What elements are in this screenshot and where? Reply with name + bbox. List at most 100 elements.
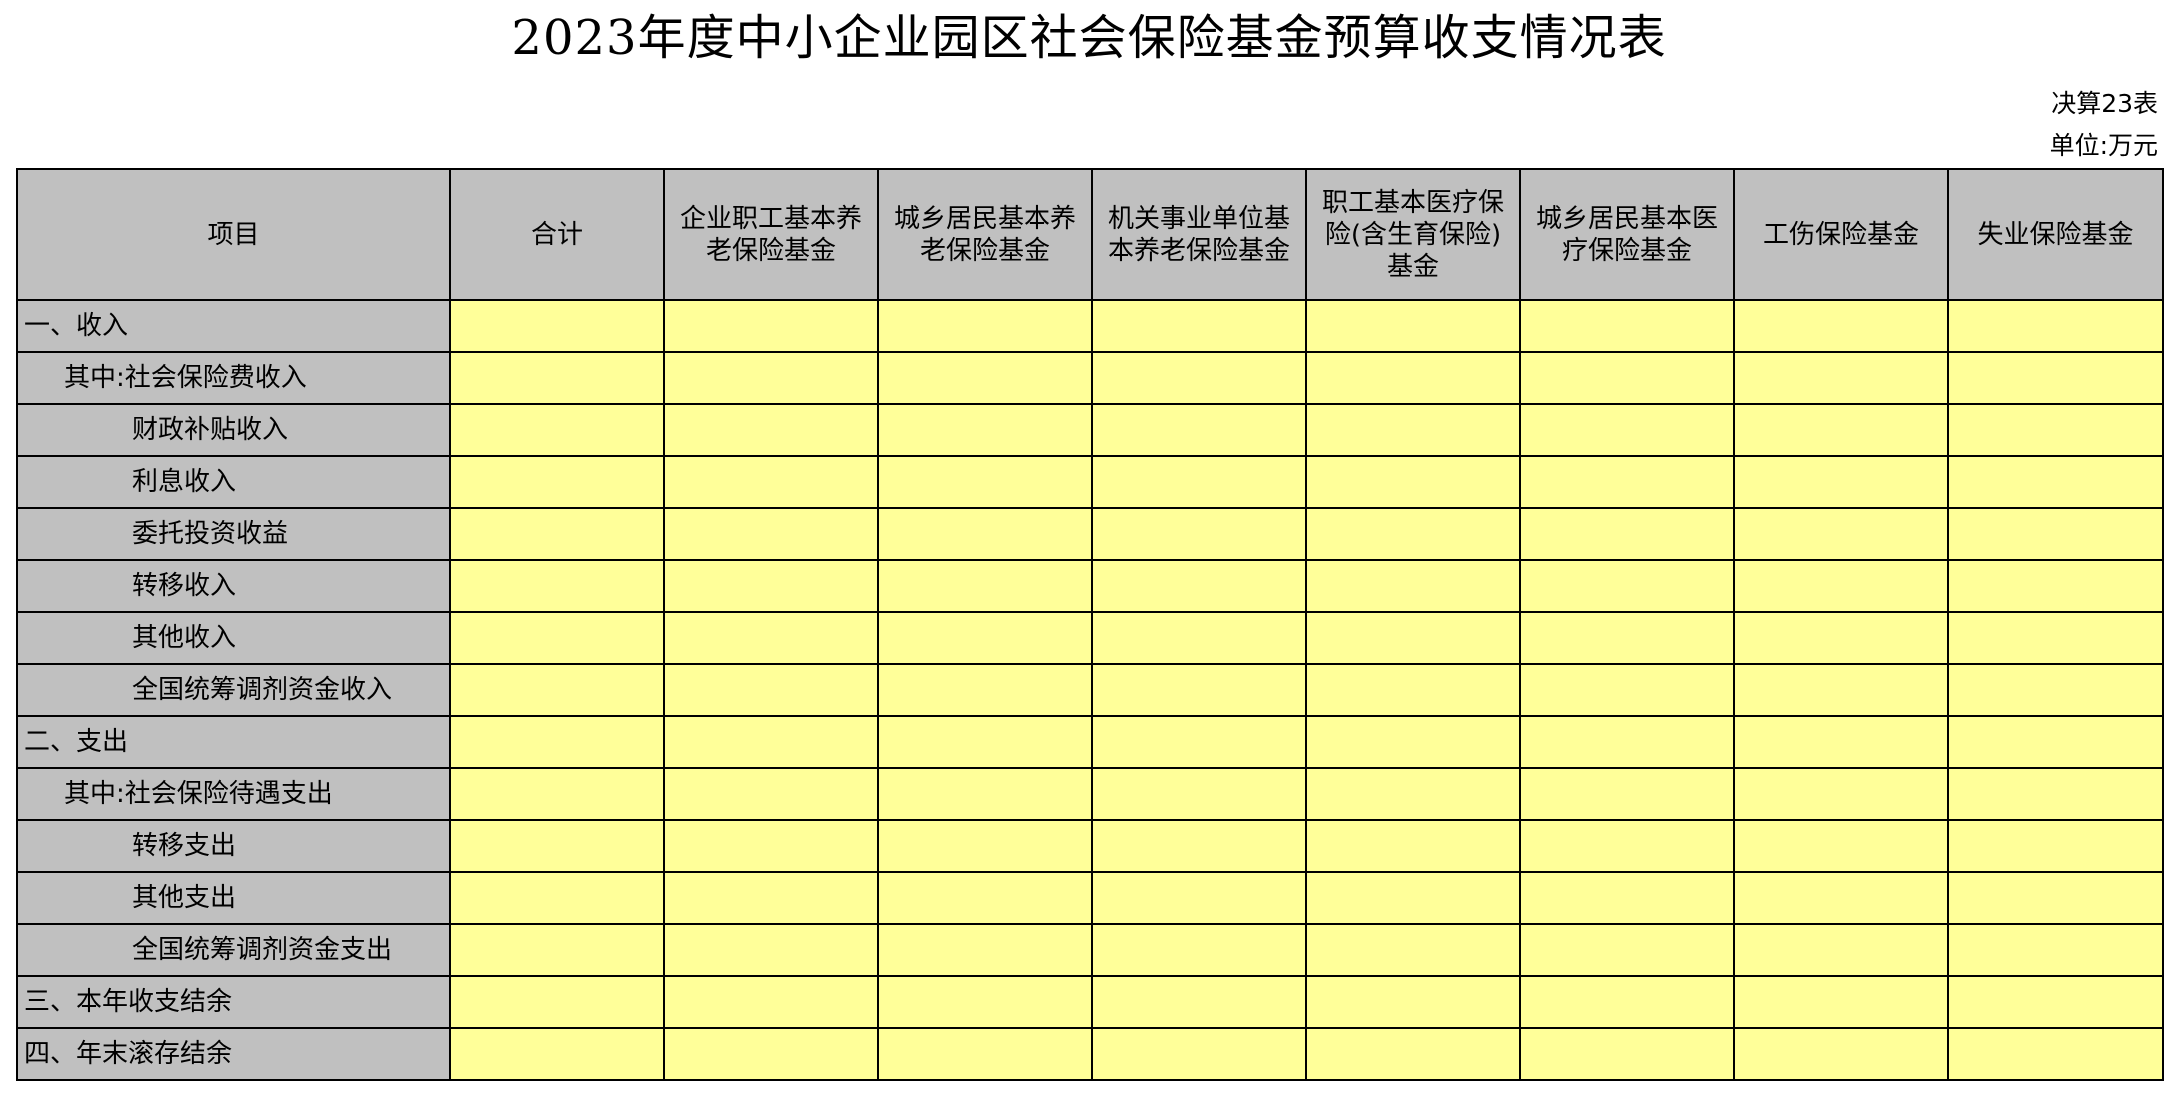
- input-cell[interactable]: [1733, 611, 1949, 665]
- input-cell[interactable]: [1733, 819, 1949, 873]
- input-cell[interactable]: [1091, 715, 1307, 769]
- input-cell[interactable]: [449, 767, 665, 821]
- input-cell[interactable]: [1947, 559, 2164, 613]
- input-cell[interactable]: [1733, 1027, 1949, 1081]
- input-cell[interactable]: [877, 351, 1093, 405]
- input-cell[interactable]: [449, 403, 665, 457]
- input-cell[interactable]: [1091, 663, 1307, 717]
- input-cell[interactable]: [877, 923, 1093, 977]
- input-cell[interactable]: [449, 507, 665, 561]
- input-cell[interactable]: [1519, 611, 1735, 665]
- input-cell[interactable]: [1091, 871, 1307, 925]
- input-cell[interactable]: [1091, 299, 1307, 353]
- input-cell[interactable]: [1091, 767, 1307, 821]
- input-cell[interactable]: [663, 299, 879, 353]
- input-cell[interactable]: [449, 923, 665, 977]
- input-cell[interactable]: [449, 559, 665, 613]
- input-cell[interactable]: [1091, 507, 1307, 561]
- input-cell[interactable]: [877, 663, 1093, 717]
- input-cell[interactable]: [1947, 403, 2164, 457]
- input-cell[interactable]: [1305, 663, 1521, 717]
- input-cell[interactable]: [1947, 663, 2164, 717]
- input-cell[interactable]: [663, 975, 879, 1029]
- input-cell[interactable]: [663, 871, 879, 925]
- input-cell[interactable]: [877, 455, 1093, 509]
- input-cell[interactable]: [663, 1027, 879, 1081]
- input-cell[interactable]: [1947, 975, 2164, 1029]
- input-cell[interactable]: [663, 559, 879, 613]
- input-cell[interactable]: [1519, 507, 1735, 561]
- input-cell[interactable]: [663, 819, 879, 873]
- input-cell[interactable]: [1733, 455, 1949, 509]
- input-cell[interactable]: [449, 299, 665, 353]
- input-cell[interactable]: [1947, 611, 2164, 665]
- input-cell[interactable]: [449, 819, 665, 873]
- input-cell[interactable]: [449, 663, 665, 717]
- input-cell[interactable]: [1733, 351, 1949, 405]
- input-cell[interactable]: [1519, 351, 1735, 405]
- input-cell[interactable]: [449, 1027, 665, 1081]
- input-cell[interactable]: [1519, 871, 1735, 925]
- input-cell[interactable]: [1947, 351, 2164, 405]
- input-cell[interactable]: [877, 975, 1093, 1029]
- input-cell[interactable]: [877, 715, 1093, 769]
- input-cell[interactable]: [1519, 715, 1735, 769]
- input-cell[interactable]: [449, 611, 665, 665]
- input-cell[interactable]: [877, 507, 1093, 561]
- input-cell[interactable]: [1733, 299, 1949, 353]
- input-cell[interactable]: [1519, 455, 1735, 509]
- input-cell[interactable]: [1733, 975, 1949, 1029]
- input-cell[interactable]: [1733, 507, 1949, 561]
- input-cell[interactable]: [663, 923, 879, 977]
- input-cell[interactable]: [1733, 403, 1949, 457]
- input-cell[interactable]: [1305, 767, 1521, 821]
- input-cell[interactable]: [877, 299, 1093, 353]
- input-cell[interactable]: [1733, 767, 1949, 821]
- input-cell[interactable]: [449, 715, 665, 769]
- input-cell[interactable]: [1519, 975, 1735, 1029]
- input-cell[interactable]: [877, 767, 1093, 821]
- input-cell[interactable]: [877, 1027, 1093, 1081]
- input-cell[interactable]: [877, 559, 1093, 613]
- input-cell[interactable]: [877, 611, 1093, 665]
- input-cell[interactable]: [1947, 767, 2164, 821]
- input-cell[interactable]: [1305, 455, 1521, 509]
- input-cell[interactable]: [663, 767, 879, 821]
- input-cell[interactable]: [1305, 1027, 1521, 1081]
- input-cell[interactable]: [1305, 923, 1521, 977]
- input-cell[interactable]: [663, 351, 879, 405]
- input-cell[interactable]: [877, 871, 1093, 925]
- input-cell[interactable]: [1091, 1027, 1307, 1081]
- input-cell[interactable]: [1305, 299, 1521, 353]
- input-cell[interactable]: [1305, 871, 1521, 925]
- input-cell[interactable]: [1091, 403, 1307, 457]
- input-cell[interactable]: [1947, 1027, 2164, 1081]
- input-cell[interactable]: [663, 455, 879, 509]
- input-cell[interactable]: [1733, 663, 1949, 717]
- input-cell[interactable]: [663, 403, 879, 457]
- input-cell[interactable]: [1519, 299, 1735, 353]
- input-cell[interactable]: [1305, 403, 1521, 457]
- input-cell[interactable]: [1091, 819, 1307, 873]
- input-cell[interactable]: [1947, 923, 2164, 977]
- input-cell[interactable]: [1305, 611, 1521, 665]
- input-cell[interactable]: [1305, 715, 1521, 769]
- input-cell[interactable]: [449, 455, 665, 509]
- input-cell[interactable]: [449, 975, 665, 1029]
- input-cell[interactable]: [663, 715, 879, 769]
- input-cell[interactable]: [1519, 1027, 1735, 1081]
- input-cell[interactable]: [1733, 923, 1949, 977]
- input-cell[interactable]: [1305, 819, 1521, 873]
- input-cell[interactable]: [1091, 351, 1307, 405]
- input-cell[interactable]: [663, 663, 879, 717]
- input-cell[interactable]: [449, 351, 665, 405]
- input-cell[interactable]: [1947, 455, 2164, 509]
- input-cell[interactable]: [1305, 975, 1521, 1029]
- input-cell[interactable]: [1305, 507, 1521, 561]
- input-cell[interactable]: [1947, 507, 2164, 561]
- input-cell[interactable]: [877, 403, 1093, 457]
- input-cell[interactable]: [1091, 455, 1307, 509]
- input-cell[interactable]: [1091, 923, 1307, 977]
- input-cell[interactable]: [1519, 923, 1735, 977]
- input-cell[interactable]: [449, 871, 665, 925]
